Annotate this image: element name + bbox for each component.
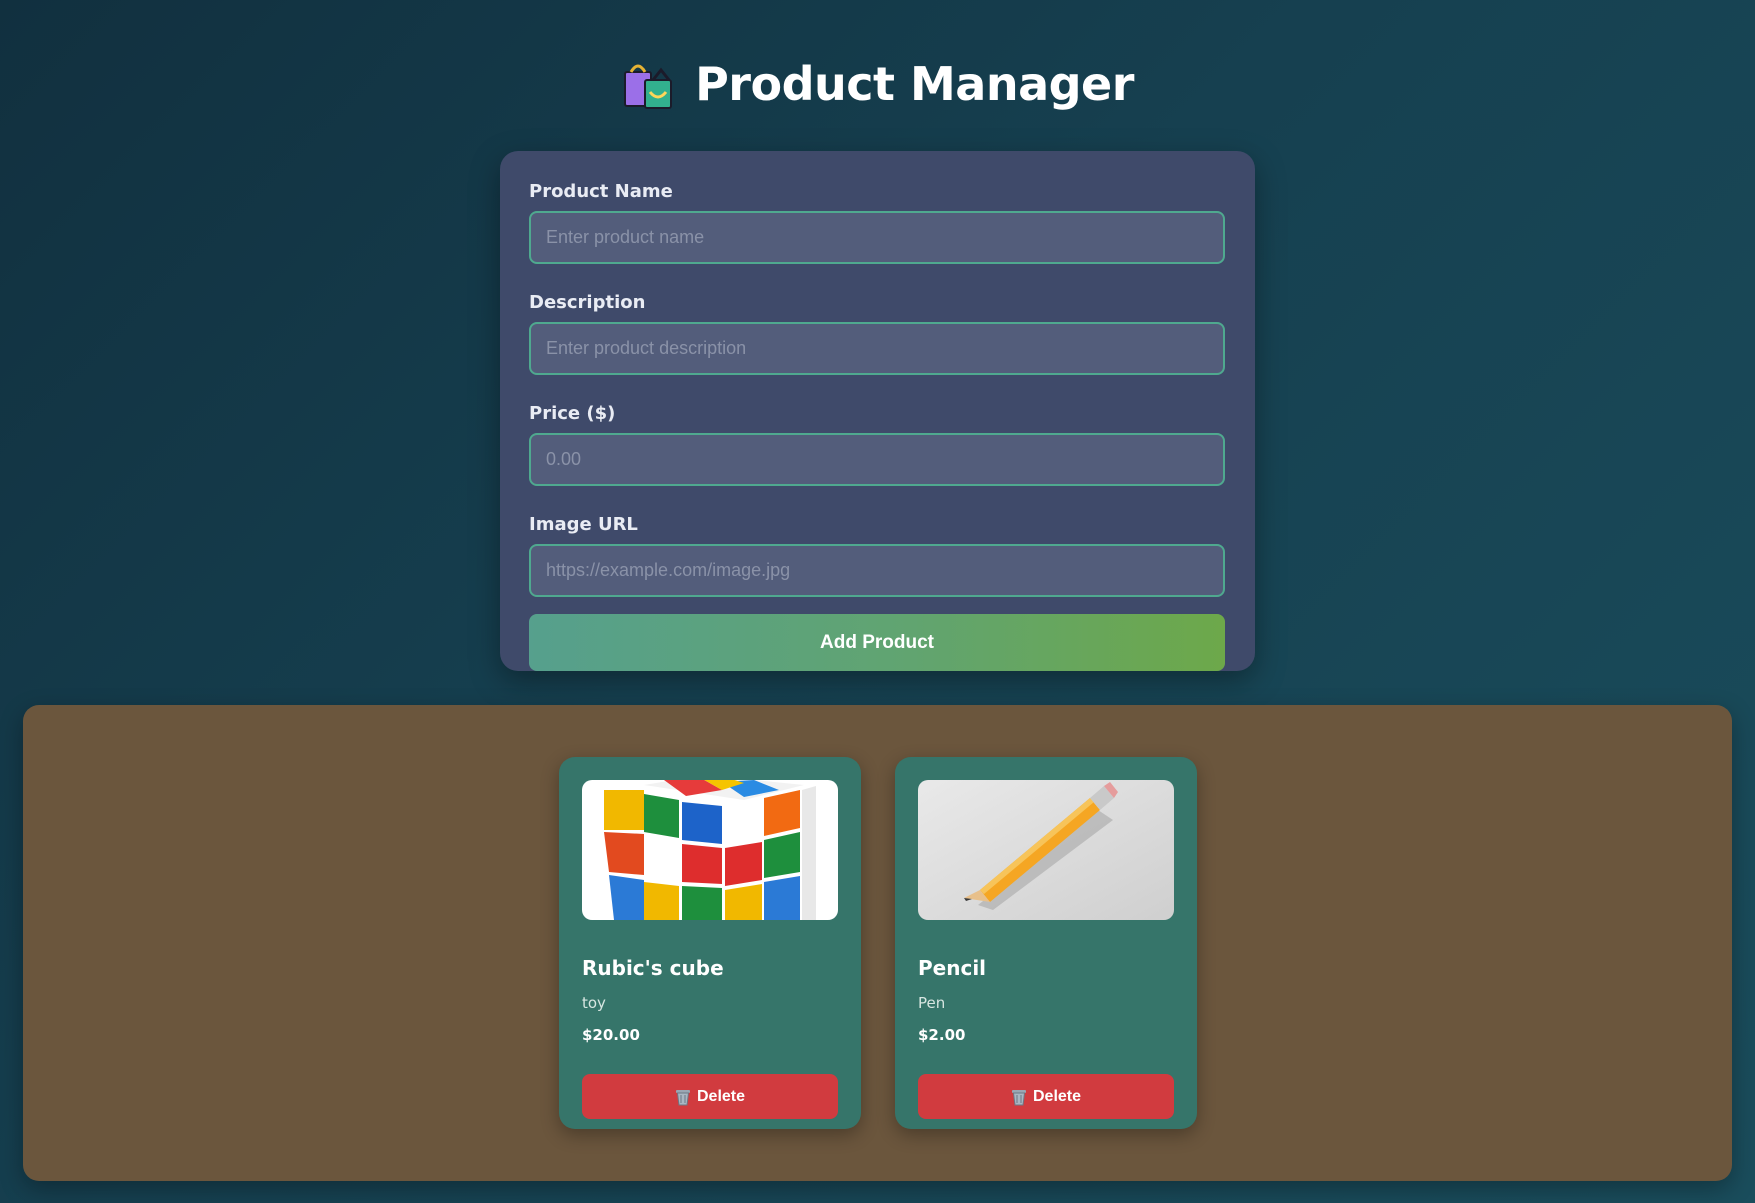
- price-input[interactable]: [529, 433, 1225, 486]
- image-url-label: Image URL: [529, 514, 638, 535]
- product-name-input[interactable]: [529, 211, 1225, 264]
- product-list: Rubic's cube toy $20.00 Delete Pencil Pe…: [23, 705, 1732, 1181]
- product-name: Rubic's cube: [582, 956, 724, 980]
- delete-button[interactable]: Delete: [582, 1074, 838, 1119]
- pencil-image: [918, 780, 1174, 920]
- product-name-label: Product Name: [529, 181, 673, 202]
- add-product-form: Product Name Description Price ($) Image…: [500, 151, 1255, 671]
- delete-label: Delete: [696, 1087, 746, 1105]
- product-card: Pencil Pen $2.00 Delete: [895, 757, 1197, 1129]
- product-price: $20.00: [582, 1026, 640, 1044]
- trash-icon: [1011, 1089, 1026, 1105]
- delete-button[interactable]: Delete: [918, 1074, 1174, 1119]
- delete-label: Delete: [1032, 1087, 1082, 1105]
- image-url-input[interactable]: [529, 544, 1225, 597]
- trash-icon: [675, 1089, 690, 1105]
- product-name: Pencil: [918, 956, 987, 980]
- rubiks-cube-image: [582, 780, 838, 920]
- shopping-bags-icon: [624, 64, 673, 109]
- price-label: Price ($): [529, 403, 616, 424]
- page-header: Product Manager: [0, 56, 1755, 112]
- product-description: toy: [582, 994, 606, 1012]
- page-title: Product Manager: [695, 57, 1134, 111]
- product-description: Pen: [918, 994, 946, 1012]
- description-label: Description: [529, 292, 646, 313]
- add-product-button[interactable]: Add Product: [529, 614, 1225, 671]
- product-price: $2.00: [918, 1026, 966, 1044]
- product-card: Rubic's cube toy $20.00 Delete: [559, 757, 861, 1129]
- description-input[interactable]: [529, 322, 1225, 375]
